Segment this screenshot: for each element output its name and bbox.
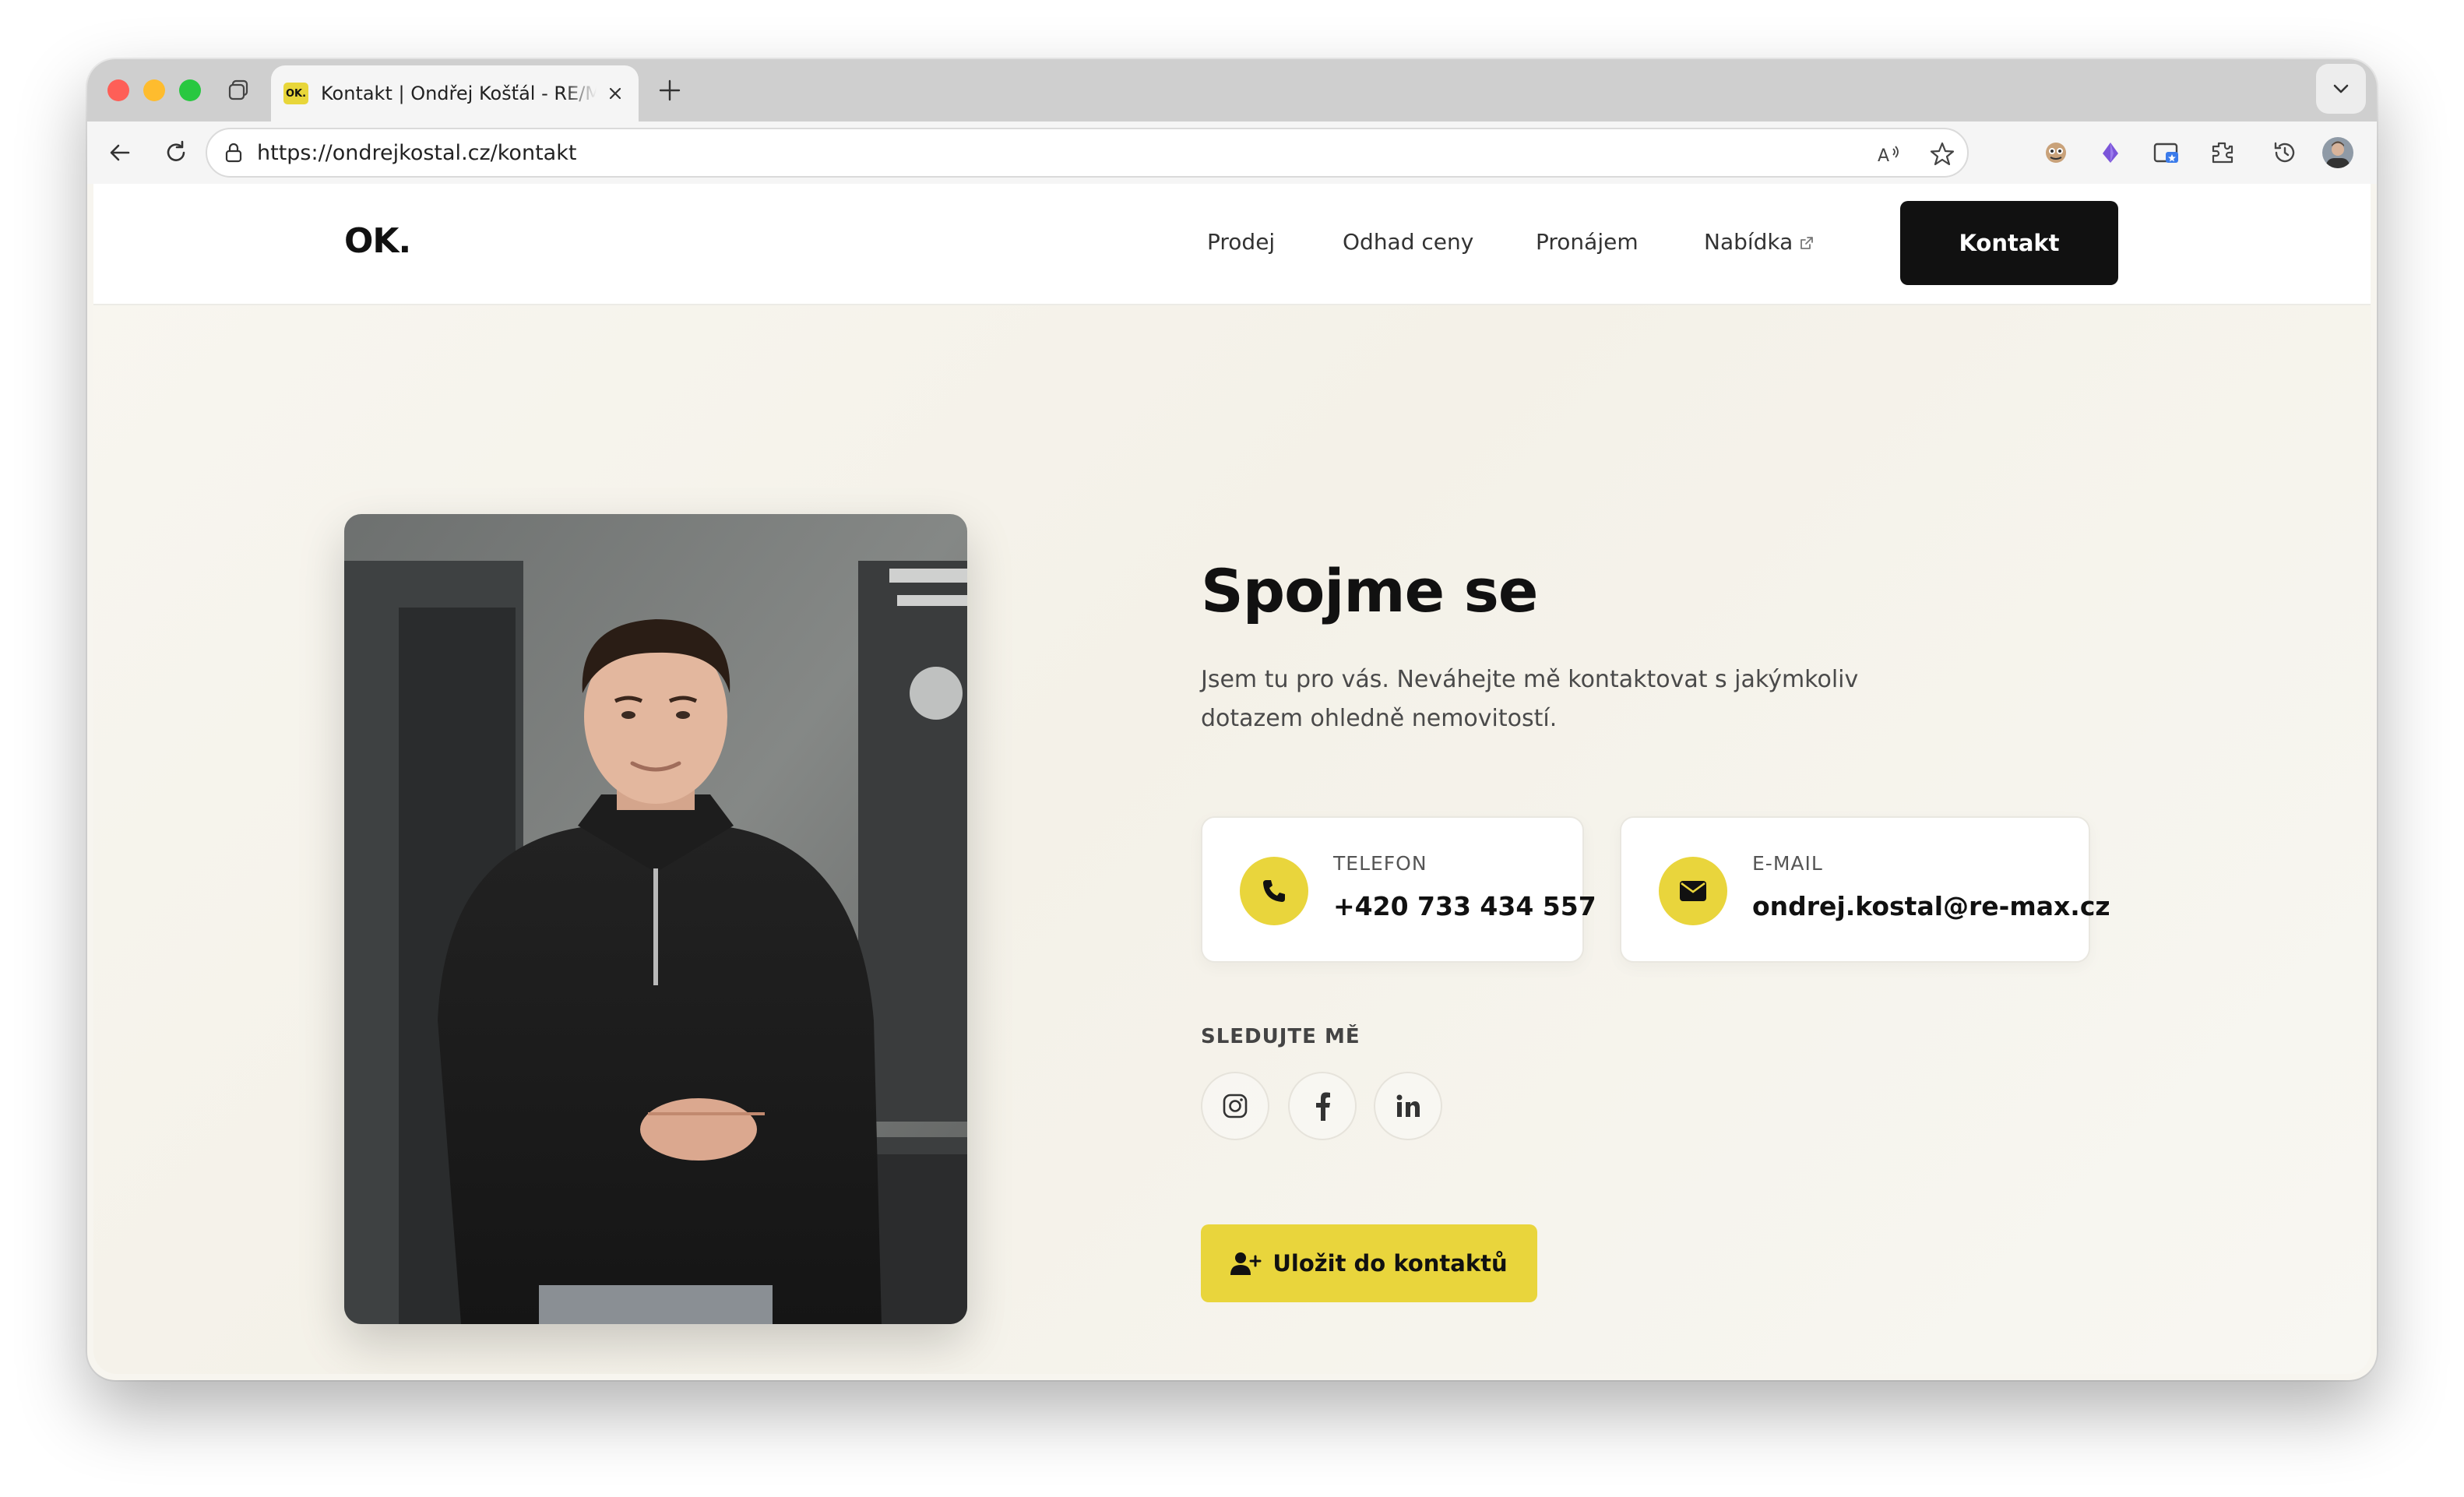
read-aloud-icon[interactable]: A [1874,139,1905,170]
site-header: OK. Prodej Odhad ceny Pronájem Nabídka K… [93,184,2371,305]
profile-avatar[interactable] [2321,136,2355,170]
history-icon[interactable] [2268,136,2302,170]
site-favicon: OK. [283,83,308,104]
nav-nabidka-label: Nabídka [1704,229,1793,255]
add-user-icon [1230,1252,1262,1275]
favorite-star-icon[interactable] [1927,139,1958,170]
browser-toolbar: https://ondrejkostal.cz/kontakt A [87,122,2377,184]
close-window-button[interactable] [107,79,129,101]
reload-icon[interactable] [159,136,193,170]
minimize-window-button[interactable] [143,79,165,101]
email-value[interactable]: ondrej.kostal@re-max.cz [1752,891,2110,921]
tab-strip: OK. Kontakt | Ondřej Košťál - RE/MAX [87,59,2377,122]
save-contact-button[interactable]: Uložit do kontaktů [1201,1224,1537,1302]
nav-prodej[interactable]: Prodej [1207,229,1275,255]
extension-icon[interactable] [2039,136,2073,170]
phone-value[interactable]: +420 733 434 557 [1333,891,1596,921]
browser-window: OK. Kontakt | Ondřej Košťál - RE/MAX htt… [87,59,2377,1380]
extension-icon[interactable] [2093,136,2128,170]
instagram-icon[interactable] [1201,1072,1269,1140]
url-text[interactable]: https://ondrejkostal.cz/kontakt [257,141,576,165]
web-page: OK. Prodej Odhad ceny Pronájem Nabídka K… [93,184,2371,1374]
nav-nabidka[interactable]: Nabídka [1704,229,1815,256]
phone-icon [1240,857,1308,925]
tab-title: Kontakt | Ondřej Košťál - RE/MAX [321,83,597,104]
email-card[interactable]: E-MAIL ondrej.kostal@re-max.cz [1620,816,2110,963]
portrait-photo [344,514,967,1324]
follow-label: SLEDUJTE MĚ [1201,1025,1360,1048]
tab-actions-icon[interactable] [224,76,252,104]
tab-active[interactable]: OK. Kontakt | Ondřej Košťál - RE/MAX [271,65,639,122]
external-link-icon [1799,231,1815,256]
extension-icon[interactable] [2149,136,2184,170]
new-tab-button[interactable] [654,75,685,106]
phone-label: TELEFON [1333,852,1427,875]
zoom-window-button[interactable] [179,79,201,101]
svg-text:A: A [1878,146,1889,166]
save-contact-label: Uložit do kontaktů [1272,1250,1508,1277]
back-icon[interactable] [103,136,137,170]
page-title: Spojme se [1201,556,1538,625]
envelope-icon [1659,857,1727,925]
nav-pronajem[interactable]: Pronájem [1536,229,1639,255]
extension-icon[interactable] [2205,136,2240,170]
tab-search-button[interactable] [2316,64,2366,114]
nav-odhad-ceny[interactable]: Odhad ceny [1343,229,1473,255]
intro-text: Jsem tu pro vás. Neváhejte mě kontaktova… [1201,666,1859,732]
close-icon[interactable] [604,83,626,104]
lock-icon[interactable] [221,140,246,165]
linkedin-icon[interactable] [1374,1072,1442,1140]
phone-card[interactable]: TELEFON +420 733 434 557 [1201,816,1596,963]
kontakt-button[interactable]: Kontakt [1900,201,2118,285]
site-logo[interactable]: OK. [344,221,411,261]
address-bar[interactable]: https://ondrejkostal.cz/kontakt A [206,128,1969,178]
facebook-icon[interactable] [1288,1072,1357,1140]
email-label: E-MAIL [1752,852,1823,875]
